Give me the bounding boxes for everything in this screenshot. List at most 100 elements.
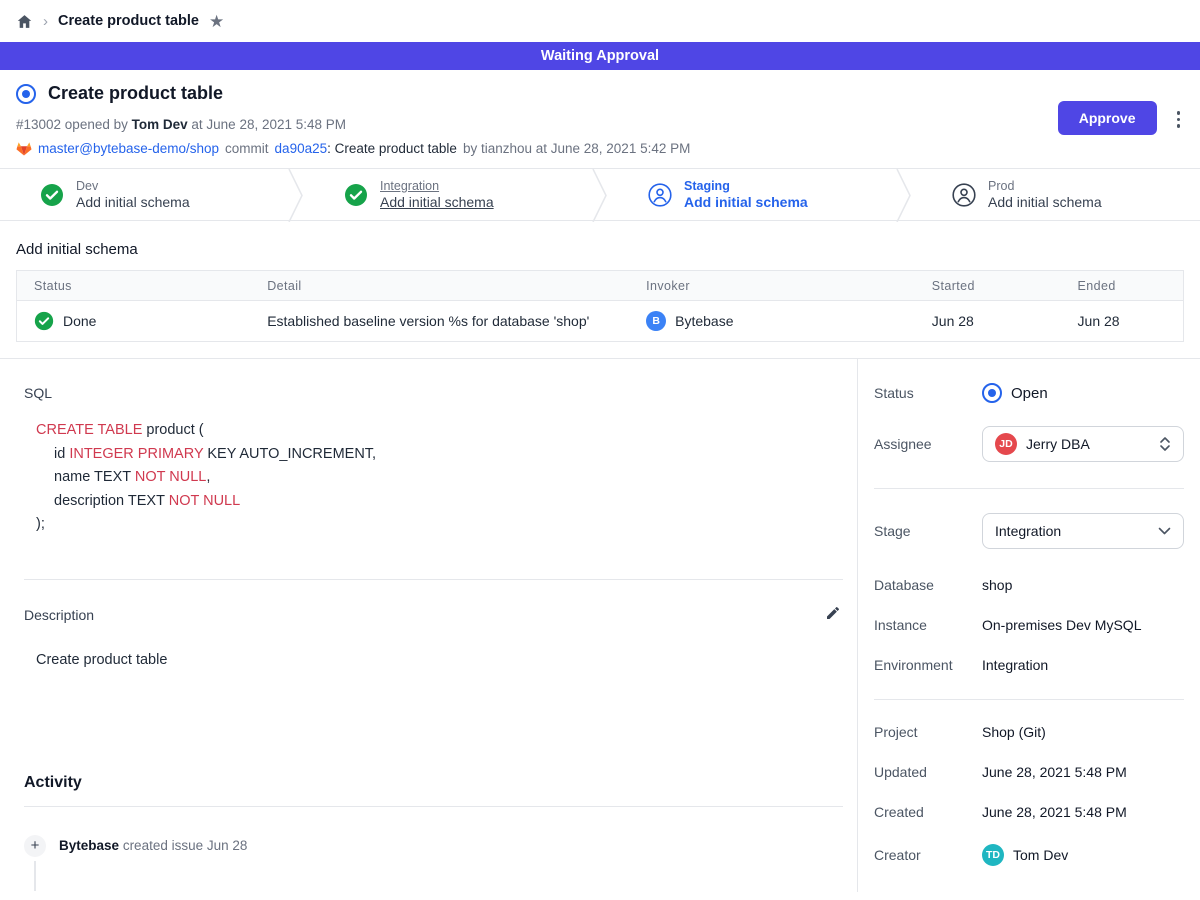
task-status-text: Done xyxy=(63,313,96,329)
stage-separator-icon xyxy=(592,169,608,222)
creator-value: Tom Dev xyxy=(1013,847,1068,863)
activity-timeline-line xyxy=(34,861,36,891)
task-table-row[interactable]: Done Established baseline version %s for… xyxy=(17,301,1183,341)
done-check-icon xyxy=(34,311,54,331)
stage-label: Stage xyxy=(874,523,982,539)
approve-button[interactable]: Approve xyxy=(1058,101,1157,135)
task-table: Status Detail Invoker Started Ended Done… xyxy=(16,270,1184,342)
stage-task-label: Add initial schema xyxy=(684,194,808,210)
activity-divider xyxy=(24,806,843,807)
section-divider xyxy=(24,579,843,580)
sidebar-fields: Databaseshop InstanceOn-premises Dev MySQ… xyxy=(874,577,1184,673)
column-header-status: Status xyxy=(17,279,250,293)
commit-hash-link[interactable]: da90a25 xyxy=(275,141,328,156)
activity-actor: Bytebase xyxy=(59,838,119,853)
stage-task-label: Add initial schema xyxy=(380,194,494,210)
more-options-icon[interactable] xyxy=(1173,105,1185,134)
sidebar-field-database: Databaseshop xyxy=(874,577,1184,593)
field-value: Shop (Git) xyxy=(982,724,1046,740)
sidebar-field-updated: UpdatedJune 28, 2021 5:48 PM xyxy=(874,764,1184,780)
sidebar-divider xyxy=(874,488,1184,489)
stage-staging[interactable]: Staging Add initial schema xyxy=(608,169,896,220)
stage-select[interactable]: Integration xyxy=(982,513,1184,549)
stage-separator-icon xyxy=(288,169,304,222)
stage-env-label: Dev xyxy=(76,179,190,193)
assignee-value: Jerry DBA xyxy=(1026,436,1090,452)
status-banner-text: Waiting Approval xyxy=(541,48,659,64)
status-open-icon xyxy=(982,383,1002,403)
stage-env-label: Prod xyxy=(988,179,1102,193)
invoker-name: Bytebase xyxy=(675,313,733,329)
task-section: Add initial schema Status Detail Invoker… xyxy=(0,221,1200,358)
field-label: Project xyxy=(874,724,982,740)
stage-value: Integration xyxy=(995,523,1061,539)
stage-integration[interactable]: Integration Add initial schema xyxy=(304,169,592,220)
field-label: Updated xyxy=(874,764,982,780)
activity-item: + Bytebase created issue Jun 28 xyxy=(24,835,843,857)
stage-dev[interactable]: Dev Add initial schema xyxy=(0,169,288,220)
task-section-title: Add initial schema xyxy=(16,241,1184,258)
sidebar-field-environment: EnvironmentIntegration xyxy=(874,657,1184,673)
pending-person-icon xyxy=(952,183,976,207)
activity-action: created issue Jun 28 xyxy=(123,838,248,853)
activity-title: Activity xyxy=(24,774,843,792)
task-detail-text: Established baseline version %s for data… xyxy=(250,313,629,329)
field-value: shop xyxy=(982,577,1012,593)
field-label: Database xyxy=(874,577,982,593)
sql-line: name TEXT NOT NULL, xyxy=(36,466,843,490)
sql-line: ); xyxy=(36,513,843,537)
field-value: June 28, 2021 5:48 PM xyxy=(982,764,1127,780)
creator-label: Creator xyxy=(874,847,982,863)
status-value: Open xyxy=(1011,385,1048,402)
pipeline-stages: Dev Add initial schema Integration Add i… xyxy=(0,168,1200,221)
branch-repo-link[interactable]: master@bytebase-demo/shop xyxy=(38,141,219,156)
description-text: Create product table xyxy=(36,652,843,668)
issue-open-icon xyxy=(16,84,36,104)
chevron-down-icon xyxy=(1158,527,1171,535)
stage-task-label: Add initial schema xyxy=(988,194,1102,210)
stage-env-label: Staging xyxy=(684,179,808,193)
stage-prod[interactable]: Prod Add initial schema xyxy=(912,169,1200,220)
sidebar-field-created: CreatedJune 28, 2021 5:48 PM xyxy=(874,804,1184,820)
issue-sidebar: Status Open Assignee JD Jerry DBA Stage … xyxy=(857,359,1200,892)
bookmark-star-icon[interactable]: ★ xyxy=(209,13,224,30)
field-label: Created xyxy=(874,804,982,820)
commit-message: : Create product table xyxy=(327,141,457,156)
field-label: Environment xyxy=(874,657,982,673)
field-label: Instance xyxy=(874,617,982,633)
assignee-select[interactable]: JD Jerry DBA xyxy=(982,426,1184,462)
assignee-avatar: JD xyxy=(995,433,1017,455)
invoker-avatar: B xyxy=(646,311,666,331)
issue-meta: #13002 opened by Tom Dev at June 28, 202… xyxy=(16,117,1058,132)
issue-author: Tom Dev xyxy=(132,117,188,132)
task-ended-date: Jun 28 xyxy=(1061,313,1183,329)
main-column: SQL CREATE TABLE product (id INTEGER PRI… xyxy=(0,359,857,892)
issue-id-text: #13002 opened by xyxy=(16,117,128,132)
stage-task-label: Add initial schema xyxy=(76,194,190,210)
sidebar-field-project: ProjectShop (Git) xyxy=(874,724,1184,740)
content-area: SQL CREATE TABLE product (id INTEGER PRI… xyxy=(0,358,1200,892)
task-started-date: Jun 28 xyxy=(915,313,1061,329)
pending-person-icon xyxy=(648,183,672,207)
stage-env-label: Integration xyxy=(380,179,494,193)
sql-line: id INTEGER PRIMARY KEY AUTO_INCREMENT, xyxy=(36,443,843,467)
status-label: Status xyxy=(874,385,982,401)
issue-title: Create product table xyxy=(48,83,223,104)
field-value: June 28, 2021 5:48 PM xyxy=(982,804,1127,820)
sidebar-fields2: ProjectShop (Git)UpdatedJune 28, 2021 5:… xyxy=(874,724,1184,820)
column-header-started: Started xyxy=(915,279,1061,293)
field-value: Integration xyxy=(982,657,1048,673)
breadcrumb: › Create product table ★ xyxy=(0,0,1200,42)
sidebar-field-instance: InstanceOn-premises Dev MySQL xyxy=(874,617,1184,633)
sql-line: CREATE TABLE product ( xyxy=(36,419,843,443)
check-circle-icon xyxy=(344,183,368,207)
edit-pencil-icon[interactable] xyxy=(823,603,843,628)
commit-author-time: by tianzhou at June 28, 2021 5:42 PM xyxy=(463,141,690,156)
home-icon[interactable] xyxy=(16,13,33,30)
creator-avatar: TD xyxy=(982,844,1004,866)
sql-code: CREATE TABLE product (id INTEGER PRIMARY… xyxy=(36,419,843,537)
commit-word: commit xyxy=(225,141,269,156)
sql-line: description TEXT NOT NULL xyxy=(36,490,843,514)
updown-chevron-icon xyxy=(1159,436,1171,452)
gitlab-icon xyxy=(16,141,32,156)
